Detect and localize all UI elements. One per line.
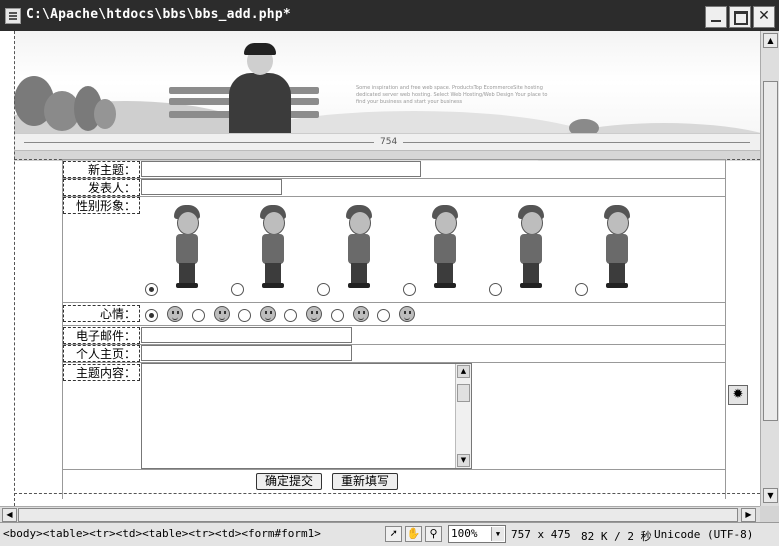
grumpy-face-icon [399,306,415,322]
label-content: 主题内容： [63,364,140,381]
avatar-radio[interactable] [489,283,502,296]
avatar-boy-cat-icon [425,203,465,291]
avatar-boy-headphones-icon [339,203,379,291]
pointer-tool-icon[interactable]: ➚ [385,526,402,542]
mood-radio[interactable] [331,309,344,322]
mood-radio[interactable] [238,309,251,322]
scroll-up-arrow-icon[interactable]: ▲ [763,33,778,48]
scroll-down-arrow-icon[interactable]: ▼ [763,488,778,503]
maximize-button[interactable] [729,6,751,28]
email-input[interactable] [141,327,352,343]
avatar-radio[interactable] [403,283,416,296]
encoding: Unicode (UTF-8) [654,528,754,541]
content-textarea[interactable]: ▲ ▼ [141,363,472,469]
window-size[interactable]: 757 x 475 [511,528,571,541]
vertical-scroll-thumb[interactable] [763,81,778,421]
label-author: 发表人： [63,179,140,196]
surprised-face-icon [260,306,276,322]
avatar-boy-punk-icon [511,203,551,291]
label-homepage: 个人主页： [63,345,140,362]
avatar-radio[interactable] [231,283,244,296]
label-avatar: 性别形象： [63,197,140,214]
mood-radio[interactable] [284,309,297,322]
subject-input[interactable] [141,161,421,177]
label-subject: 新主题： [63,161,140,178]
submit-button[interactable]: 确定提交 [256,473,322,490]
horizontal-scroll-thumb[interactable] [18,508,738,522]
scroll-thumb[interactable] [457,384,470,402]
hand-tool-icon[interactable]: ✋ [405,526,422,542]
window-title: C:\Apache\htdocs\bbs\bbs_add.php* [26,7,291,22]
avatar-radio[interactable] [317,283,330,296]
file-size-download-time: 82 K / 2 秒 [581,530,652,543]
zoom-tool-icon[interactable]: ⚲ [425,526,442,542]
document-icon [5,8,21,24]
banner-small-text: Some inspiration and free web space. Pro… [356,85,548,105]
avatar-radio[interactable] [575,283,588,296]
label-email: 电子邮件： [63,327,140,344]
form1: 新主题： 发表人： 性别形象： 心情： 电子邮件： 个人主页： 主题内容： ▲ … [14,159,760,499]
table-width-ruler: 754 [14,133,760,151]
angry-face-icon [167,306,183,322]
mood-radio[interactable] [145,309,158,322]
smiling-face-icon [353,306,369,322]
avatar-radio[interactable] [145,283,158,296]
title-bar: C:\Apache\htdocs\bbs\bbs_add.php* ✕ [0,0,779,31]
vertical-scrollbar[interactable]: ▲ ▼ [760,31,779,506]
author-input[interactable] [141,179,282,195]
zoom-select[interactable]: 100% ▼ [448,525,506,543]
avatar-boy-skateboard-icon [253,203,293,291]
table-width-label: 754 [374,134,404,150]
avatar-girl-hat-icon [167,203,207,291]
mood-radio[interactable] [377,309,390,322]
scroll-left-arrow-icon[interactable]: ◀ [2,508,17,522]
chevron-down-icon: ▼ [491,527,504,541]
reset-button[interactable]: 重新填写 [332,473,398,490]
mood-radio[interactable] [192,309,205,322]
cool-face-icon [214,306,230,322]
scroll-down-arrow-icon[interactable]: ▼ [457,454,470,467]
status-bar: <body><table><tr><td><table><tr><td><for… [0,522,779,546]
tag-selector[interactable]: <body><table><tr><td><table><tr><td><for… [3,527,321,540]
textarea-scrollbar[interactable]: ▲ ▼ [455,364,471,468]
horizontal-scrollbar[interactable]: ◀ ▶ [0,506,760,523]
design-view[interactable]: Some inspiration and free web space. Pro… [0,31,760,506]
homepage-input[interactable] [141,345,352,361]
sad-face-icon [306,306,322,322]
close-button[interactable]: ✕ [753,6,775,28]
scroll-up-arrow-icon[interactable]: ▲ [457,365,470,378]
gear-icon[interactable]: ✹ [728,385,748,405]
minimize-button[interactable] [705,6,727,28]
scroll-right-arrow-icon[interactable]: ▶ [741,508,756,522]
label-mood: 心情： [63,305,140,322]
avatar-girl-longhair-icon [597,203,637,291]
